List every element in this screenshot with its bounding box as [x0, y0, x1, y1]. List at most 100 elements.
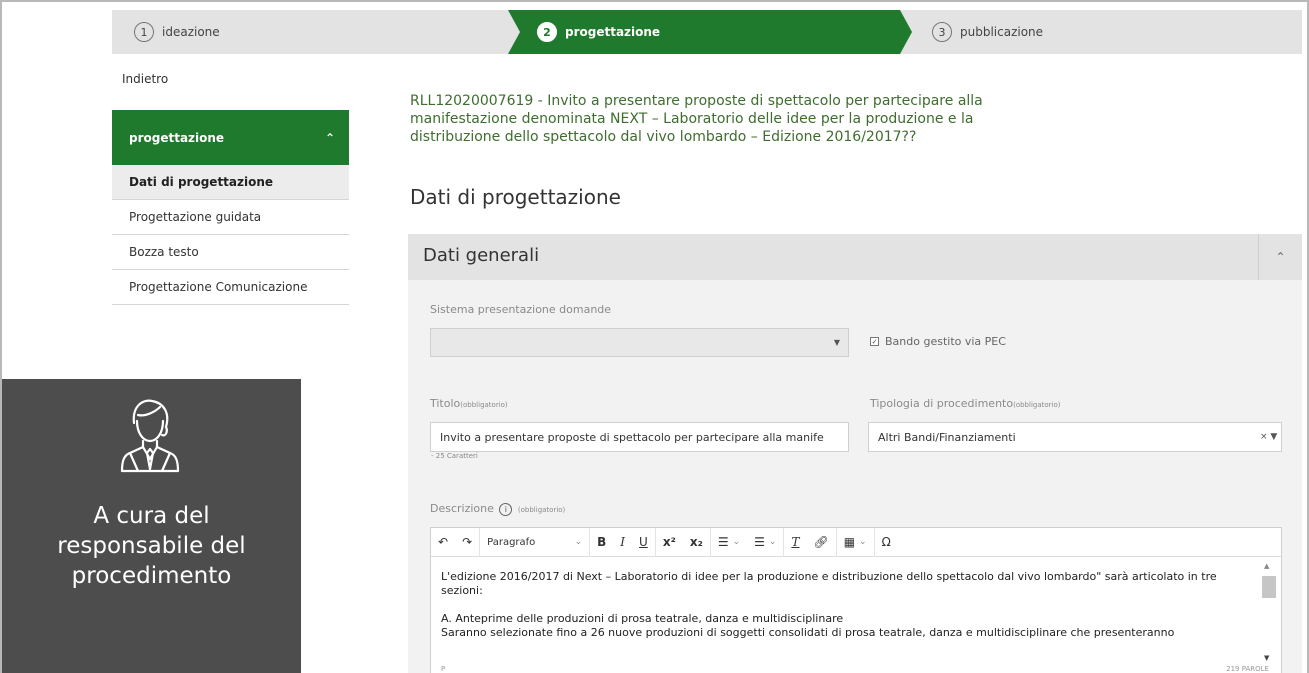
table-button[interactable]: ▦ ⌄ [837, 527, 875, 557]
responsible-caption: A cura del responsabile del procedimento [2, 501, 301, 591]
caption-line: responsabile del [57, 533, 246, 559]
sidebar-section-header[interactable]: progettazione ⌃ [112, 110, 349, 165]
tipologia-value: Altri Bandi/Finanziamenti [878, 431, 1016, 444]
undo-button[interactable]: ↶ [431, 528, 455, 557]
scroll-down-icon[interactable]: ▼ [1264, 654, 1269, 662]
editor-paragraph: Saranno selezionate fino a 26 nuove prod… [441, 626, 1175, 639]
caption-line: A cura del [93, 503, 210, 529]
superscript-icon: x² [662, 535, 676, 549]
info-icon[interactable]: i [499, 502, 513, 516]
required-tag: (obbligatorio) [460, 401, 508, 409]
step-progettazione[interactable]: 2 progettazione [537, 10, 660, 54]
page-title: Dati di progettazione [410, 185, 621, 209]
back-link[interactable]: Indietro [122, 72, 168, 86]
redo-button[interactable]: ↷ [455, 527, 481, 557]
redo-icon: ↷ [462, 535, 473, 549]
step-label: progettazione [565, 25, 661, 39]
titolo-value: Invito a presentare proposte di spettaco… [440, 431, 824, 444]
step-number: 2 [537, 22, 557, 42]
step-label: pubblicazione [960, 25, 1044, 39]
link-button[interactable]: 🔗︎ [806, 527, 837, 557]
undo-icon: ↶ [438, 535, 449, 549]
chevron-down-icon: ⌄ [768, 537, 777, 547]
page: 1 ideazione 2 progettazione 3 pubblicazi… [0, 0, 1309, 673]
titolo-label: Titolo(obbligatorio) [430, 397, 508, 410]
link-icon: 🔗︎ [813, 535, 829, 549]
clear-icon[interactable]: × [1260, 432, 1268, 442]
caret-down-icon[interactable]: ▼ [1270, 432, 1277, 442]
sidebar-item-progettazione-guidata[interactable]: Progettazione guidata [112, 200, 349, 235]
chevron-down-icon: ⌄ [859, 537, 867, 547]
word-count: 219 PAROLE [1226, 665, 1269, 673]
pec-checkbox[interactable]: ✓ Bando gestito via PEC [870, 335, 1006, 348]
sidebar-item-label: Progettazione guidata [129, 210, 262, 224]
superscript-button[interactable]: x² [656, 528, 683, 557]
scroll-up-icon[interactable]: ▲ [1264, 562, 1269, 570]
tipologia-controls: × ▼ [1260, 432, 1277, 442]
chevron-up-icon: ⌃ [324, 130, 335, 145]
scroll-thumb[interactable] [1262, 576, 1276, 598]
titolo-input[interactable]: Invito a presentare proposte di spettaco… [430, 422, 849, 452]
sidebar-item-dati-progettazione[interactable]: Dati di progettazione [112, 165, 349, 200]
italic-button[interactable]: I [613, 528, 632, 557]
step-number: 1 [134, 22, 154, 42]
paragraph-format-value: Paragrafo [487, 536, 536, 548]
businesswoman-icon [120, 399, 180, 473]
sidebar-item-bozza-testo[interactable]: Bozza testo [112, 235, 349, 270]
chevron-down-icon: ⌄ [732, 537, 741, 547]
responsible-panel: A cura del responsabile del procedimento [2, 379, 301, 673]
table-icon: ▦ [843, 535, 856, 549]
tipologia-label-text: Tipologia di procedimento [870, 397, 1014, 410]
section-title: Dati generali [423, 245, 540, 266]
chevron-up-icon: ⌃ [1275, 250, 1286, 264]
bullet-list-button[interactable]: ☰ ⌄ [747, 527, 785, 557]
tipologia-select[interactable]: Altri Bandi/Finanziamenti [868, 422, 1282, 452]
sidebar-section-title: progettazione [129, 130, 225, 145]
sistema-label: Sistema presentazione domande [430, 303, 612, 316]
required-tag: (obbligatorio) [1013, 401, 1061, 409]
editor-statusbar: P 219 PAROLE [431, 662, 1281, 673]
editor-paragraph: A. Anteprime delle produzioni di prosa t… [441, 612, 844, 625]
special-char-button[interactable]: Ω [875, 528, 898, 557]
caption-line: procedimento [71, 563, 232, 589]
bullet-list-icon: ☰ [754, 535, 765, 549]
sidebar-item-label: Bozza testo [129, 245, 199, 259]
underline-icon: U [639, 535, 648, 549]
subscript-icon: x₂ [689, 535, 703, 549]
editor-toolbar: ↶ ↷ Paragrafo ⌄ B I U x² x₂ ☰ ⌄ ☰ ⌄ T 🔗︎ ▦… [431, 527, 1281, 557]
element-path: P [441, 665, 446, 673]
descrizione-label-text: Descrizione [430, 502, 494, 515]
notice-title: RLL12020007619 - Invito a presentare pro… [410, 93, 983, 145]
collapse-toggle[interactable]: ⌃ [1258, 234, 1302, 280]
rich-text-editor[interactable]: ↶ ↷ Paragrafo ⌄ B I U x² x₂ ☰ ⌄ ☰ ⌄ T 🔗︎ ▦… [430, 527, 1282, 673]
omega-icon: Ω [881, 535, 891, 549]
step-notch [508, 10, 520, 54]
paragraph-format-select[interactable]: Paragrafo ⌄ [480, 527, 591, 557]
titolo-label-text: Titolo [430, 397, 461, 410]
editor-paragraph: L'edizione 2016/2017 di Next – Laborator… [441, 570, 1217, 597]
underline-button[interactable]: U [632, 527, 656, 557]
editor-content[interactable]: L'edizione 2016/2017 di Next – Laborator… [431, 558, 1256, 658]
sistema-select[interactable]: ▼ [430, 328, 849, 357]
step-label: ideazione [162, 25, 220, 39]
section-header-dati-generali[interactable]: Dati generali ⌃ [408, 234, 1302, 280]
descrizione-label: Descrizione i (obbligatorio) [430, 502, 565, 516]
bold-button[interactable]: B [590, 528, 613, 557]
sidebar-item-label: Dati di progettazione [129, 175, 274, 189]
subscript-button[interactable]: x₂ [683, 527, 711, 557]
step-ideazione[interactable]: 1 ideazione [134, 10, 220, 54]
sidebar-item-label: Progettazione Comunicazione [129, 280, 308, 294]
step-number: 3 [932, 22, 952, 42]
wizard-stepper: 1 ideazione 2 progettazione 3 pubblicazi… [112, 10, 1302, 54]
chevron-down-icon: ⌄ [574, 537, 583, 547]
bold-icon: B [597, 535, 607, 549]
step-pubblicazione[interactable]: 3 pubblicazione [932, 10, 1043, 54]
clear-format-icon: T [791, 535, 800, 549]
caret-down-icon: ▼ [833, 338, 840, 347]
sidebar-item-progettazione-comunicazione[interactable]: Progettazione Comunicazione [112, 270, 349, 305]
numbered-list-button[interactable]: ☰ ⌄ [711, 528, 747, 557]
character-count: - 25 Caratteri [431, 452, 478, 460]
tipologia-label: Tipologia di procedimento(obbligatorio) [870, 397, 1060, 410]
editor-scrollbar[interactable]: ▲ ▼ [1261, 562, 1276, 662]
clear-format-button[interactable]: T [784, 528, 806, 557]
